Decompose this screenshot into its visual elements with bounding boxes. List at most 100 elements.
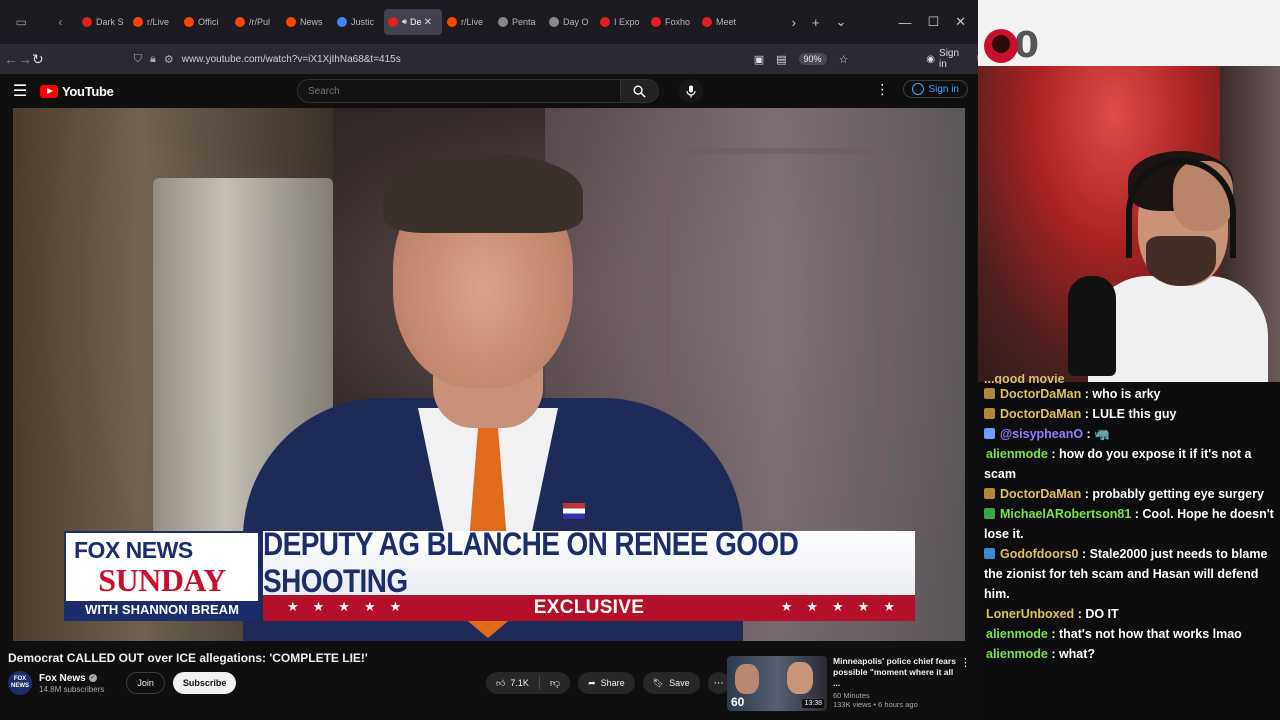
- tab-favicon-icon: [184, 17, 194, 27]
- permissions-icon[interactable]: ⚙: [164, 53, 174, 66]
- back-icon[interactable]: ←: [4, 51, 18, 67]
- chat-message: alienmode : that's not how that works lm…: [984, 624, 1274, 644]
- headset-icon: [1126, 158, 1236, 258]
- thumb-face-right: [787, 662, 813, 694]
- chat-text: : probably getting eye surgery: [1084, 487, 1264, 501]
- like-dislike-group: 👍︎ 7.1K 👎︎: [486, 672, 571, 694]
- browser-tab[interactable]: /r/Pul: [231, 9, 281, 35]
- join-button[interactable]: Join: [126, 672, 165, 694]
- browser-signin-label: Sign in: [939, 48, 960, 70]
- youtube-signin-button[interactable]: Sign in: [903, 80, 968, 98]
- subscribe-button[interactable]: Subscribe: [172, 672, 237, 694]
- window-controls: › + ⌄ — ☐ ✕: [792, 14, 978, 30]
- thumbs-down-icon: 👎︎: [549, 678, 561, 689]
- browser-tab[interactable]: Day O: [545, 9, 595, 35]
- youtube-signin-label: Sign in: [928, 83, 959, 95]
- video-title: Democrat CALLED OUT over ICE allegations…: [8, 651, 368, 665]
- zoom-level[interactable]: 90%: [798, 53, 827, 65]
- url-text[interactable]: www.youtube.com/watch?v=iX1XjIhNa68&t=41…: [182, 54, 401, 65]
- chat-username[interactable]: alienmode: [986, 647, 1048, 661]
- url-bar[interactable]: ⛉ 🔒︎ ⚙ www.youtube.com/watch?v=iX1XjIhNa…: [134, 47, 754, 71]
- like-button[interactable]: 👍︎ 7.1K: [486, 676, 540, 690]
- chat-username[interactable]: alienmode: [986, 447, 1048, 461]
- guide-menu-icon[interactable]: ☰: [0, 81, 40, 101]
- tab-audio-icon[interactable]: 🔊︎: [402, 17, 407, 27]
- voice-search-button[interactable]: [679, 79, 703, 103]
- search-input[interactable]: [297, 79, 621, 103]
- chat-badge-icon: [984, 388, 995, 399]
- close-window-icon[interactable]: ✕: [955, 14, 966, 30]
- tab-close-icon[interactable]: ✕: [424, 17, 432, 28]
- browser-tab[interactable]: Justic: [333, 9, 383, 35]
- channel-name-row[interactable]: Fox News ✓: [39, 673, 104, 684]
- chat-badge-icon: [984, 508, 995, 519]
- minimize-icon[interactable]: —: [898, 15, 911, 30]
- tab-label: I Expo: [614, 17, 640, 27]
- browser-tab[interactable]: 🔊︎ De ✕: [384, 9, 442, 35]
- chat-message: @sisypheanO : 🦏: [984, 424, 1274, 444]
- scroll-tabs-right-icon[interactable]: ›: [792, 15, 796, 30]
- browser-tab[interactable]: Meet: [698, 9, 748, 35]
- verified-check-icon: ✓: [88, 674, 97, 682]
- forward-icon[interactable]: →: [18, 51, 32, 67]
- picture-icon[interactable]: ▣: [754, 53, 764, 66]
- browser-tab[interactable]: I Expo: [596, 9, 646, 35]
- recommended-video-card[interactable]: 60 13:38 Minneapolis' police chief fears…: [727, 656, 972, 712]
- chat-username[interactable]: alienmode: [986, 627, 1048, 641]
- recommended-channel[interactable]: 60 Minutes: [833, 691, 957, 700]
- chat-message: Godofdoors0 : Stale2000 just needs to bl…: [984, 544, 1274, 604]
- browser-account-button[interactable]: ◉ Sign in: [926, 48, 965, 70]
- tab-label: /r/Pul: [249, 17, 271, 27]
- bookmark-star-icon[interactable]: ☆: [839, 53, 849, 66]
- share-button[interactable]: ➦ Share: [578, 672, 635, 694]
- chat-badge-icon: [984, 428, 995, 439]
- tab-overview-icon[interactable]: ▭: [16, 15, 27, 29]
- tab-label: r/Live: [147, 17, 170, 27]
- recommended-title[interactable]: Minneapolis' police chief fears possible…: [833, 656, 957, 689]
- youtube-logo[interactable]: YouTube: [40, 84, 114, 99]
- tab-favicon-icon: [549, 17, 559, 27]
- browser-tab[interactable]: r/Live: [443, 9, 493, 35]
- browser-tab[interactable]: Penta: [494, 9, 544, 35]
- chat-username[interactable]: MichaelARobertson81: [1000, 507, 1131, 521]
- browser-tab[interactable]: Offici: [180, 9, 230, 35]
- chat-message: DoctorDaMan : who is arky: [984, 384, 1274, 404]
- youtube-header: ☰ YouTube ⋮ Sign in: [0, 74, 978, 108]
- browser-tab[interactable]: News: [282, 9, 332, 35]
- chat-username[interactable]: @sisypheanO: [1000, 427, 1083, 441]
- chat-badge-icon: [984, 548, 995, 559]
- search-button[interactable]: [621, 79, 659, 103]
- tab-label: De: [410, 17, 422, 27]
- reader-view-icon[interactable]: ▤: [776, 53, 786, 66]
- settings-kebab-icon[interactable]: ⋮: [875, 81, 889, 98]
- webcam-top-banner: 0: [978, 0, 1280, 66]
- chat-username[interactable]: DoctorDaMan: [1000, 387, 1081, 401]
- chat-username[interactable]: DoctorDaMan: [1000, 407, 1081, 421]
- browser-tab[interactable]: r/Live: [129, 9, 179, 35]
- video-player[interactable]: FOX NEWS SUNDAY WITH SHANNON BREAM DEPUT…: [13, 108, 965, 641]
- list-tabs-icon[interactable]: ⌄: [836, 14, 847, 30]
- browser-tab[interactable]: Foxho: [647, 9, 697, 35]
- video-actions: 👍︎ 7.1K 👎︎ ➦ Share 🔖︎ Save ⋯: [486, 672, 730, 694]
- channel-avatar[interactable]: FOX NEWS: [8, 671, 32, 695]
- shield-icon[interactable]: ⛉: [134, 53, 142, 66]
- chat-text: : DO IT: [1077, 607, 1119, 621]
- new-tab-icon[interactable]: +: [812, 15, 820, 30]
- lock-icon[interactable]: 🔒︎: [150, 53, 156, 66]
- recommended-menu-icon[interactable]: ⋮: [960, 656, 971, 669]
- chat-username[interactable]: Godofdoors0: [1000, 547, 1078, 561]
- like-count: 7.1K: [510, 678, 529, 688]
- scroll-tabs-left-icon[interactable]: ‹: [58, 15, 62, 29]
- maximize-icon[interactable]: ☐: [927, 14, 939, 30]
- thumb-face-left: [735, 664, 759, 694]
- save-button[interactable]: 🔖︎ Save: [642, 672, 700, 694]
- recommended-thumbnail[interactable]: 60 13:38: [727, 656, 827, 711]
- tab-favicon-icon: [651, 17, 661, 27]
- chat-username[interactable]: DoctorDaMan: [1000, 487, 1081, 501]
- reload-icon[interactable]: ↻: [32, 51, 44, 68]
- tab-favicon-icon: [388, 17, 398, 27]
- channel-name[interactable]: Fox News: [39, 673, 86, 684]
- dislike-button[interactable]: 👎︎: [540, 677, 570, 689]
- browser-tab[interactable]: Dark S: [78, 9, 128, 35]
- chat-username[interactable]: LonerUnboxed: [986, 607, 1074, 621]
